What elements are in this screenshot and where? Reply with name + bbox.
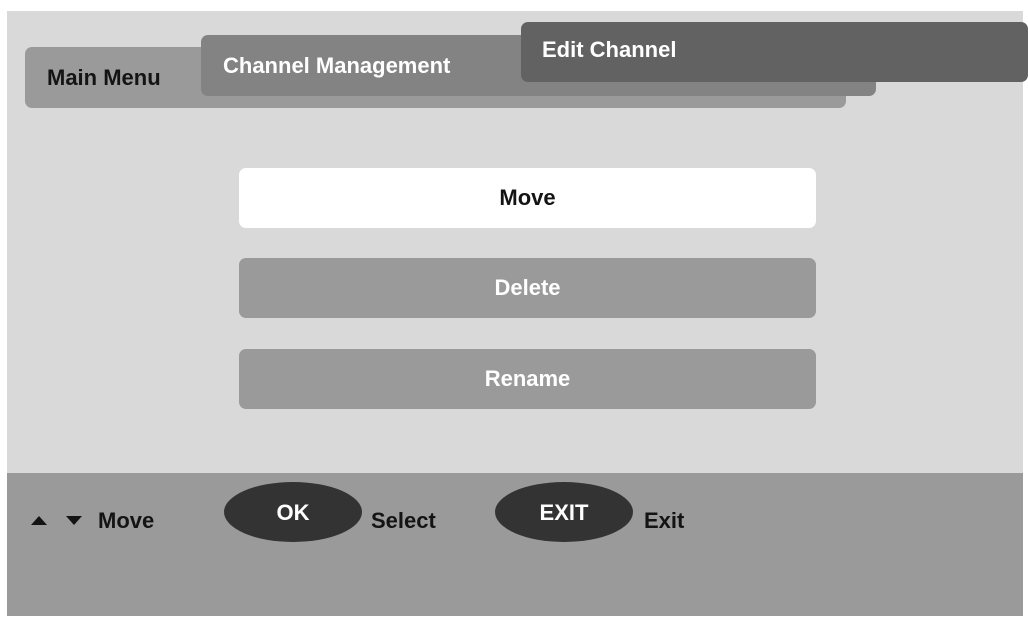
hint-exit-label: Exit	[644, 508, 685, 533]
ok-key-label: OK	[276, 500, 310, 525]
menu-item-delete-label: Delete	[494, 275, 561, 300]
menu-item-rename-label: Rename	[484, 366, 571, 391]
hint-select-label: Select	[371, 508, 436, 533]
tab-main-menu-label: Main Menu	[47, 65, 161, 90]
tab-edit-channel-label: Edit Channel	[542, 37, 677, 62]
menu-item-move-label: Move	[499, 185, 556, 210]
hint-move-label: Move	[98, 508, 155, 533]
menu-item-rename[interactable]: Rename	[239, 349, 816, 409]
menu-item-move[interactable]: Move	[239, 168, 816, 228]
tv-menu-screen: Main Menu Channel Management Edit Channe…	[7, 11, 1028, 616]
arrow-up-icon	[31, 516, 47, 525]
exit-key-button[interactable]: EXIT	[495, 482, 633, 542]
menu-item-delete[interactable]: Delete	[239, 258, 816, 318]
tab-channel-management-label: Channel Management	[223, 53, 451, 78]
ok-key-button[interactable]: OK	[224, 482, 362, 542]
arrow-down-icon	[66, 516, 82, 525]
exit-key-label: EXIT	[539, 500, 589, 525]
tab-edit-channel[interactable]: Edit Channel	[521, 22, 1028, 82]
key-hint-bar: Move OK Select EXIT Exit	[7, 473, 1023, 616]
